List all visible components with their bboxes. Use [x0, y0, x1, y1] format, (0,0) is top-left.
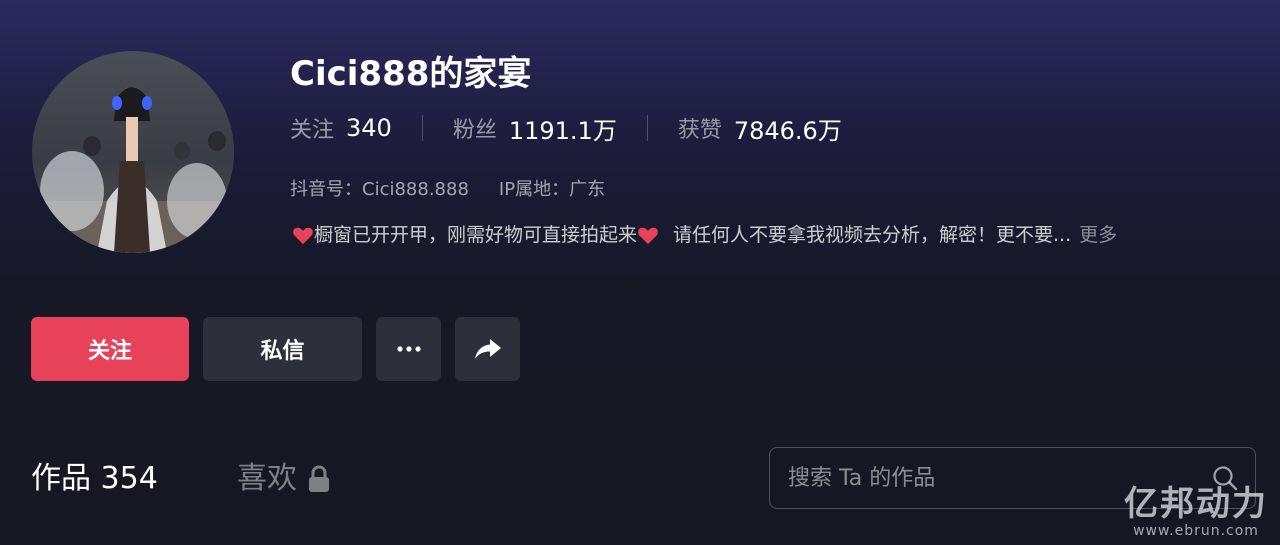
ellipsis-icon: [396, 346, 421, 352]
more-button[interactable]: [376, 317, 441, 381]
bio-more-link[interactable]: 更多: [1079, 221, 1117, 249]
douyin-id: 抖音号：Cici888.888: [290, 179, 469, 200]
watermark-logo: 亿邦动力: [1124, 484, 1268, 524]
stat-followers[interactable]: 粉丝 1191.1万: [453, 111, 617, 146]
watermark-url: www.ebrun.com: [1133, 523, 1259, 539]
stat-divider: [421, 115, 423, 141]
share-button[interactable]: [455, 317, 520, 381]
share-arrow-icon: [474, 339, 501, 359]
profile-stats: 关注 340 粉丝 1191.1万 获赞 7846.6万: [290, 110, 842, 146]
message-button[interactable]: 私信: [203, 317, 362, 381]
watermark: 亿邦动力 www.ebrun.com: [1124, 485, 1268, 539]
stat-value: 7846.6万: [733, 116, 842, 145]
bio-text-2: 请任何人不要拿我视频去分析，解密！更不要...: [673, 224, 1072, 246]
stat-likes: 获赞 7846.6万: [678, 111, 842, 146]
heart-icon: [637, 225, 659, 245]
lock-icon: [307, 465, 331, 493]
stat-divider: [646, 115, 648, 141]
follow-button[interactable]: 关注: [31, 317, 189, 381]
avatar-photo: [32, 51, 234, 253]
tab-works[interactable]: 作品 354: [31, 458, 158, 500]
stat-label: 关注: [290, 118, 335, 143]
stat-following[interactable]: 关注 340: [290, 112, 392, 144]
profile-bio: 橱窗已开开甲，刚需好物可直接拍起来 请任何人不要拿我视频去分析，解密！更不要..…: [292, 221, 1117, 249]
heart-icon: [292, 225, 314, 245]
stat-value: 340: [346, 114, 392, 142]
tab-likes[interactable]: 喜欢: [237, 458, 331, 500]
stat-label: 获赞: [677, 118, 722, 143]
ip-location: IP属地：广东: [498, 179, 606, 200]
stat-value: 1191.1万: [508, 116, 617, 145]
profile-meta: 抖音号：Cici888.888 IP属地：广东: [290, 177, 605, 203]
tab-likes-label: 喜欢: [237, 461, 297, 496]
profile-name: Cici888的家宴: [290, 54, 532, 94]
profile-avatar[interactable]: [32, 51, 234, 253]
bio-text-1: 橱窗已开开甲，刚需好物可直接拍起来: [314, 224, 638, 246]
stat-label: 粉丝: [452, 118, 497, 143]
